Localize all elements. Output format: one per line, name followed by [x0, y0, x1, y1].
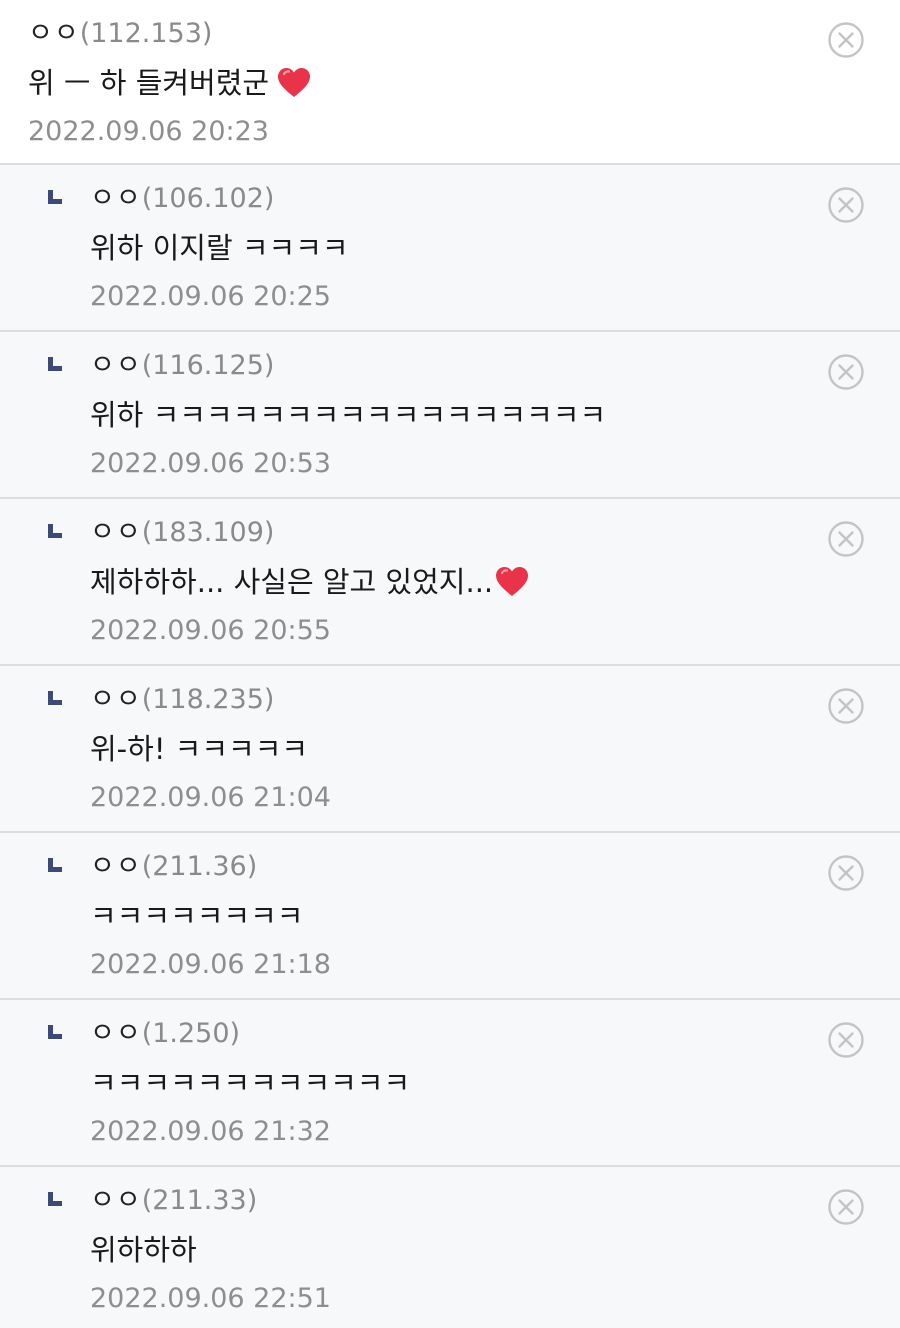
- close-circle-icon[interactable]: [828, 1022, 864, 1058]
- comment-ip: (106.102): [141, 183, 275, 214]
- comment-date: 2022.09.06 21:18: [90, 949, 331, 980]
- comment-nickname[interactable]: ㅇㅇ: [90, 346, 142, 386]
- reply-item: ㅇㅇ (116.125) 위하 ㅋㅋㅋㅋㅋㅋㅋㅋㅋㅋㅋㅋㅋㅋㅋㅋㅋ 2022.09…: [0, 332, 900, 499]
- comment-text: 위 ㅡ 하 들켜버렸군: [28, 56, 900, 110]
- comment-list: ㅇㅇ (112.153) 위 ㅡ 하 들켜버렸군 2022.09.06 20:23…: [0, 0, 900, 1328]
- close-circle-icon[interactable]: [828, 855, 864, 891]
- comment-text-content: 위하 이지랄 ㅋㅋㅋㅋ: [90, 231, 349, 265]
- comment-nickname[interactable]: ㅇㅇ: [90, 1181, 142, 1221]
- close-circle-icon[interactable]: [828, 521, 864, 557]
- comment-ip: (183.109): [141, 517, 275, 548]
- comment-text-content: ㅋㅋㅋㅋㅋㅋㅋㅋㅋㅋㅋㅋ: [90, 1066, 411, 1100]
- comment-date: 2022.09.06 21:32: [90, 1116, 331, 1147]
- heart-emoji-icon: [278, 68, 311, 97]
- comment-ip: (211.33): [141, 1185, 258, 1216]
- comment-text-content: 위 ㅡ 하 들켜버렸군: [28, 66, 270, 100]
- comment-text: ㅋㅋㅋㅋㅋㅋㅋㅋ: [90, 889, 900, 943]
- comment-text-content: 위-하! ㅋㅋㅋㅋㅋ: [90, 732, 309, 766]
- comment-ip: (112.153): [79, 18, 213, 49]
- close-circle-icon[interactable]: [828, 354, 864, 390]
- reply-arrow-icon: [48, 524, 62, 538]
- comment-text: 위하하하: [90, 1223, 900, 1277]
- reply-arrow-icon: [48, 858, 62, 872]
- close-circle-icon[interactable]: [828, 187, 864, 223]
- comment-ip: (118.235): [141, 684, 275, 715]
- heart-emoji-icon: [496, 567, 529, 596]
- comment-text: 위-하! ㅋㅋㅋㅋㅋ: [90, 722, 900, 776]
- comment-text-content: ㅋㅋㅋㅋㅋㅋㅋㅋ: [90, 899, 304, 933]
- comment-nickname[interactable]: ㅇㅇ: [90, 680, 142, 720]
- reply-item: ㅇㅇ (211.36) ㅋㅋㅋㅋㅋㅋㅋㅋ 2022.09.06 21:18: [0, 833, 900, 1000]
- comment-header: ㅇㅇ (183.109): [90, 513, 900, 553]
- reply-item: ㅇㅇ (183.109) 제하하하... 사실은 알고 있었지... 2022.0…: [0, 499, 900, 666]
- reply-arrow-icon: [48, 1192, 62, 1206]
- comment-text: ㅋㅋㅋㅋㅋㅋㅋㅋㅋㅋㅋㅋ: [90, 1056, 900, 1110]
- comment-ip: (211.36): [141, 851, 258, 882]
- comment-nickname[interactable]: ㅇㅇ: [28, 14, 80, 54]
- comment-date: 2022.09.06 22:51: [90, 1283, 331, 1314]
- comment-nickname[interactable]: ㅇㅇ: [90, 179, 142, 219]
- reply-item: ㅇㅇ (118.235) 위-하! ㅋㅋㅋㅋㅋ 2022.09.06 21:04: [0, 666, 900, 833]
- close-circle-icon[interactable]: [828, 22, 864, 58]
- comment-text-content: 제하하하... 사실은 알고 있었지...: [90, 565, 494, 599]
- comment-date: 2022.09.06 21:04: [90, 782, 331, 813]
- comment-nickname[interactable]: ㅇㅇ: [90, 1014, 142, 1054]
- reply-arrow-icon: [48, 190, 62, 204]
- comment-text: 위하 이지랄 ㅋㅋㅋㅋ: [90, 221, 900, 275]
- comment-text: 제하하하... 사실은 알고 있었지...: [90, 555, 900, 609]
- comment-header: ㅇㅇ (118.235): [90, 680, 900, 720]
- reply-arrow-icon: [48, 1025, 62, 1039]
- comment-header: ㅇㅇ (211.33): [90, 1181, 900, 1221]
- comment-nickname[interactable]: ㅇㅇ: [90, 847, 142, 887]
- comment-text-content: 위하하하: [90, 1233, 197, 1267]
- comment-item: ㅇㅇ (112.153) 위 ㅡ 하 들켜버렸군 2022.09.06 20:23: [0, 0, 900, 165]
- comment-header: ㅇㅇ (211.36): [90, 847, 900, 887]
- close-circle-icon[interactable]: [828, 1189, 864, 1225]
- comment-text: 위하 ㅋㅋㅋㅋㅋㅋㅋㅋㅋㅋㅋㅋㅋㅋㅋㅋㅋ: [90, 388, 900, 442]
- comment-header: ㅇㅇ (112.153): [28, 14, 900, 54]
- reply-arrow-icon: [48, 357, 62, 371]
- comment-text-content: 위하 ㅋㅋㅋㅋㅋㅋㅋㅋㅋㅋㅋㅋㅋㅋㅋㅋㅋ: [90, 398, 607, 432]
- reply-item: ㅇㅇ (106.102) 위하 이지랄 ㅋㅋㅋㅋ 2022.09.06 20:25: [0, 165, 900, 332]
- comment-date: 2022.09.06 20:53: [90, 448, 331, 479]
- close-circle-icon[interactable]: [828, 688, 864, 724]
- comment-nickname[interactable]: ㅇㅇ: [90, 513, 142, 553]
- comment-ip: (116.125): [141, 350, 275, 381]
- reply-arrow-icon: [48, 691, 62, 705]
- comment-header: ㅇㅇ (1.250): [90, 1014, 900, 1054]
- comment-date: 2022.09.06 20:23: [28, 116, 269, 147]
- comment-ip: (1.250): [141, 1018, 241, 1049]
- comment-date: 2022.09.06 20:25: [90, 281, 331, 312]
- reply-item: ㅇㅇ (1.250) ㅋㅋㅋㅋㅋㅋㅋㅋㅋㅋㅋㅋ 2022.09.06 21:32: [0, 1000, 900, 1167]
- comment-header: ㅇㅇ (116.125): [90, 346, 900, 386]
- reply-item: ㅇㅇ (211.33) 위하하하 2022.09.06 22:51: [0, 1167, 900, 1328]
- comment-date: 2022.09.06 20:55: [90, 615, 331, 646]
- comment-header: ㅇㅇ (106.102): [90, 179, 900, 219]
